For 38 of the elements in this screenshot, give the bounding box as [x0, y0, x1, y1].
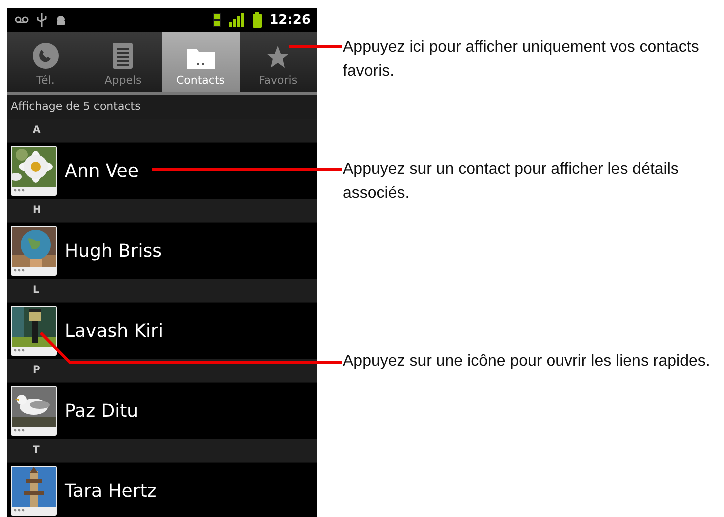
callout-text: Appuyez sur un contact pour afficher les détails associés. — [343, 160, 680, 204]
section-header: A — [7, 119, 317, 142]
quick-contact-badge[interactable] — [11, 226, 57, 276]
star-icon — [266, 45, 290, 69]
usb-icon — [37, 13, 47, 27]
section-header: L — [7, 279, 317, 302]
dots-icon — [14, 189, 25, 192]
callout-text: Appuyez ici pour afficher uniquement vos contacts favoris. — [343, 38, 700, 82]
dots-icon — [14, 269, 25, 272]
quick-contact-badge[interactable] — [11, 466, 57, 516]
contact-name: Paz Ditu — [65, 400, 139, 422]
contact-name: Tara Hertz — [65, 480, 157, 502]
contact-name: Lavash Kiri — [65, 320, 164, 342]
list-icon — [113, 43, 134, 69]
leader-line — [289, 45, 342, 49]
callout-text: Appuyez sur une icône pour ouvrir les liens rapides. — [343, 352, 712, 372]
tab[interactable]: Favoris — [240, 32, 317, 92]
folder-icon — [186, 47, 215, 69]
dots-icon — [14, 429, 25, 432]
data-icon — [212, 13, 221, 27]
signal-icon — [228, 13, 245, 27]
quick-contact-badge[interactable] — [11, 386, 57, 436]
section-header: T — [7, 439, 317, 462]
quick-contact-badge[interactable] — [11, 306, 57, 356]
section-header: H — [7, 199, 317, 222]
tab[interactable]: Appels — [84, 32, 162, 92]
voicemail-icon — [15, 16, 29, 24]
dots-icon — [14, 349, 25, 352]
tab[interactable]: Tél. — [7, 32, 84, 92]
phone-icon — [32, 43, 59, 69]
contact-name: Ann Vee — [65, 160, 139, 182]
dots-icon — [14, 509, 25, 512]
contact-name: Hugh Briss — [65, 240, 162, 262]
list-header: Affichage de 5 contacts — [7, 95, 317, 119]
battery-icon — [252, 12, 262, 28]
android-icon — [55, 14, 67, 26]
contact-row[interactable]: Tara Hertz — [7, 462, 317, 517]
clock: 12:26 — [270, 12, 311, 28]
